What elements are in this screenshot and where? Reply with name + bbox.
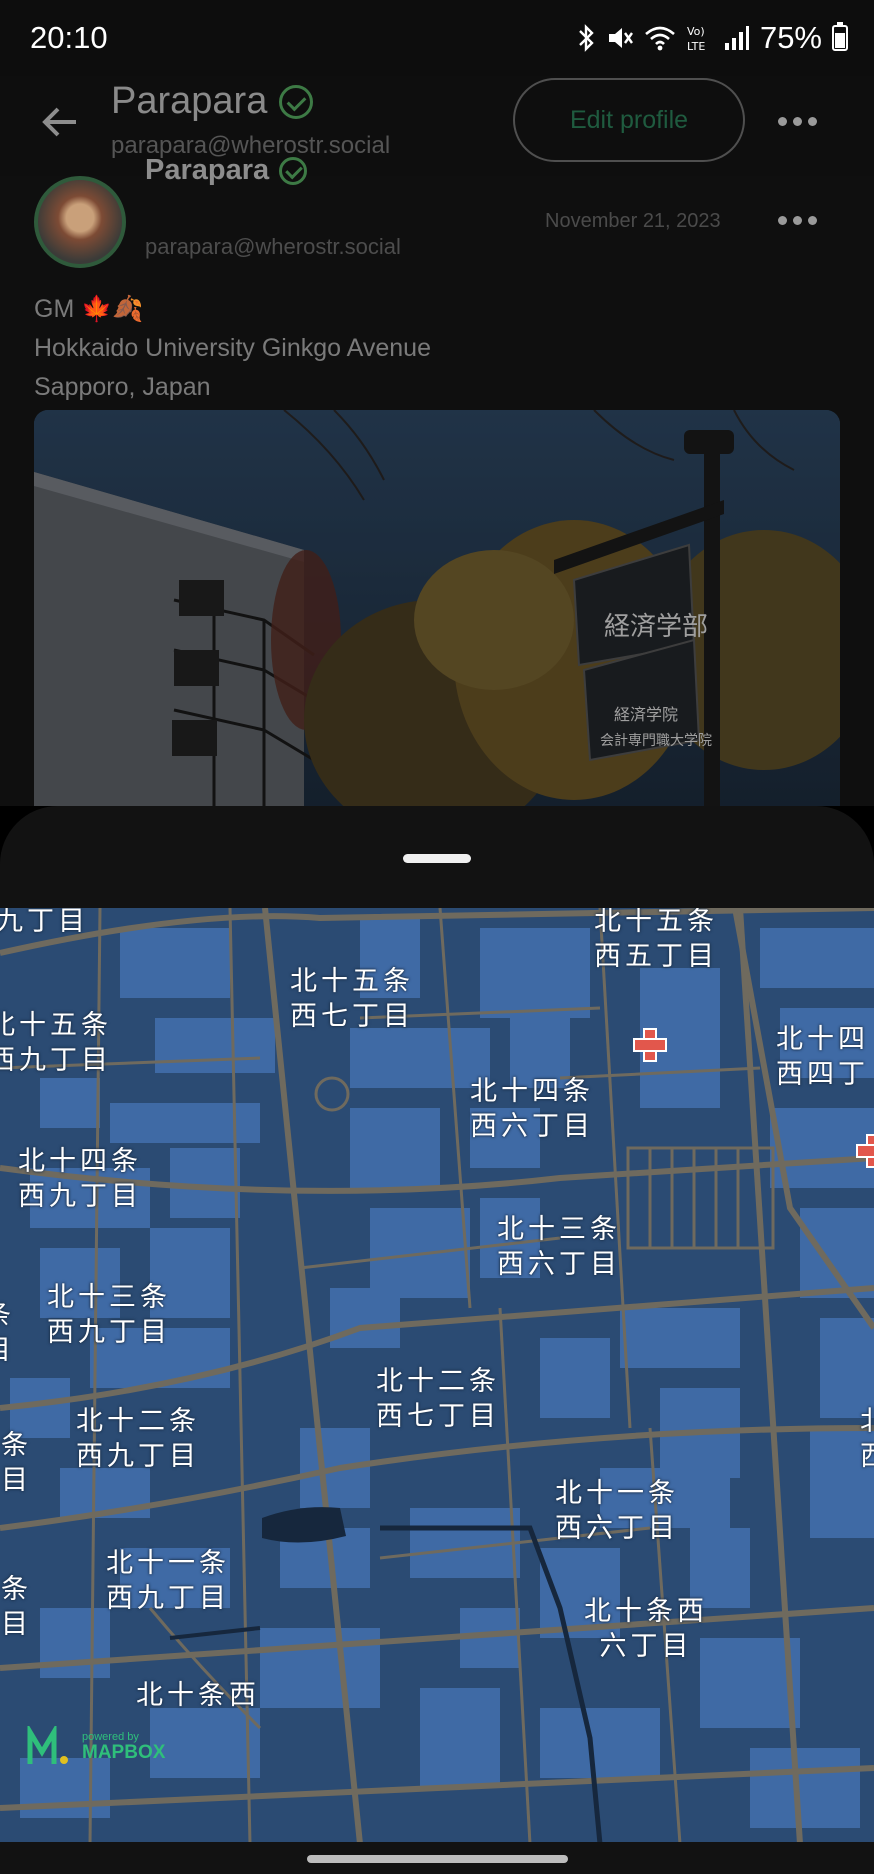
post-author-name: Parapara [145, 154, 270, 186]
map-label: 二条 丁目 [0, 1430, 32, 1496]
post-text-line: GM 🍁🍂 [34, 295, 144, 323]
mapbox-logo[interactable]: powered by MAPBOX [26, 1726, 165, 1768]
status-icons: Vo) LTE 75% [576, 18, 848, 58]
post-text: GM 🍁🍂 Hokkaido University Ginkgo Avenue … [34, 290, 431, 407]
signal-icon [724, 26, 749, 50]
map-label: 条 目 [0, 1298, 15, 1368]
profile-header: Parapara parapara@wherostr.social Edit p… [0, 76, 874, 176]
drag-handle[interactable] [403, 854, 471, 863]
map-label: 北十一条 西九丁目 [106, 1548, 230, 1614]
map-label: 北十四 西四丁 [776, 1024, 869, 1090]
map-label: 北十四条 西九丁目 [18, 1146, 142, 1212]
header-title-text: Parapara [111, 80, 268, 122]
post-text-line: Hokkaido University Ginkgo Avenue [34, 334, 431, 362]
hospital-icon[interactable] [856, 1134, 874, 1168]
status-bar: 20:10 Vo) LTE 75% [0, 0, 874, 76]
map-label: 北十四条 西六丁目 [470, 1076, 594, 1142]
map-label: 北十一条 西六丁目 [555, 1478, 679, 1544]
map-label: 北十二条 西九丁目 [76, 1406, 200, 1472]
back-arrow-icon[interactable] [36, 98, 84, 146]
post-text-line: Sapporo, Japan [34, 373, 211, 401]
wifi-icon [645, 26, 675, 51]
svg-text:LTE: LTE [687, 40, 705, 53]
status-time: 20:10 [30, 20, 108, 55]
edit-profile-button[interactable]: Edit profile [513, 78, 745, 162]
bottom-sheet: 九丁目 北十五条 西五丁目 北十五条 西七丁目 北十五条 西九丁目 北十四 西四… [0, 806, 874, 1874]
post-handle: parapara@wherostr.social [145, 234, 401, 259]
home-gesture-pill[interactable] [307, 1855, 568, 1863]
more-options-icon[interactable] [775, 111, 819, 131]
volte-icon: Vo) LTE [687, 25, 705, 53]
map[interactable]: 九丁目 北十五条 西五丁目 北十五条 西七丁目 北十五条 西九丁目 北十四 西四… [0, 908, 874, 1844]
map-label: 北 西 [860, 1404, 874, 1474]
map-label: 九丁目 [0, 908, 89, 937]
map-label: 北十五条 西九丁目 [0, 1010, 112, 1076]
hospital-icon[interactable] [633, 1028, 667, 1062]
map-label: 一条 丁目 [0, 1574, 32, 1640]
verified-icon [279, 156, 308, 185]
post-photo[interactable]: 経済学部 経済学院 会計専門職大学院 [34, 410, 840, 806]
mapbox-logo-icon [27, 1726, 68, 1764]
profile-page-background: Parapara parapara@wherostr.social Edit p… [0, 76, 874, 806]
mapbox-attribution: powered by MAPBOX [82, 1731, 165, 1763]
avatar[interactable] [34, 176, 126, 268]
map-label: 北十条西 六丁目 [584, 1596, 708, 1662]
header-title: Parapara [111, 80, 314, 123]
post-author[interactable]: Parapara [145, 154, 308, 187]
battery-percent: 75% [759, 20, 822, 55]
mute-icon [608, 28, 633, 48]
map-label: 北十条西 [136, 1680, 260, 1711]
verified-icon [279, 84, 314, 119]
post-date: November 21, 2023 [545, 210, 721, 232]
svg-text:Vo): Vo) [687, 25, 705, 38]
map-label: 北十三条 西九丁目 [47, 1282, 171, 1348]
navigation-bar [0, 1842, 874, 1874]
post-more-options-icon[interactable] [775, 210, 819, 230]
bluetooth-icon [579, 24, 594, 52]
post-photo-image: 経済学部 経済学院 会計専門職大学院 [34, 410, 840, 806]
mapbox-brand: MAPBOX [82, 1742, 166, 1763]
map-label: 北十五条 西五丁目 [594, 908, 718, 972]
map-label: 北十二条 西七丁目 [376, 1366, 500, 1432]
battery-icon [832, 22, 848, 51]
map-label: 北十五条 西七丁目 [290, 966, 414, 1032]
map-label: 北十三条 西六丁目 [497, 1214, 621, 1280]
